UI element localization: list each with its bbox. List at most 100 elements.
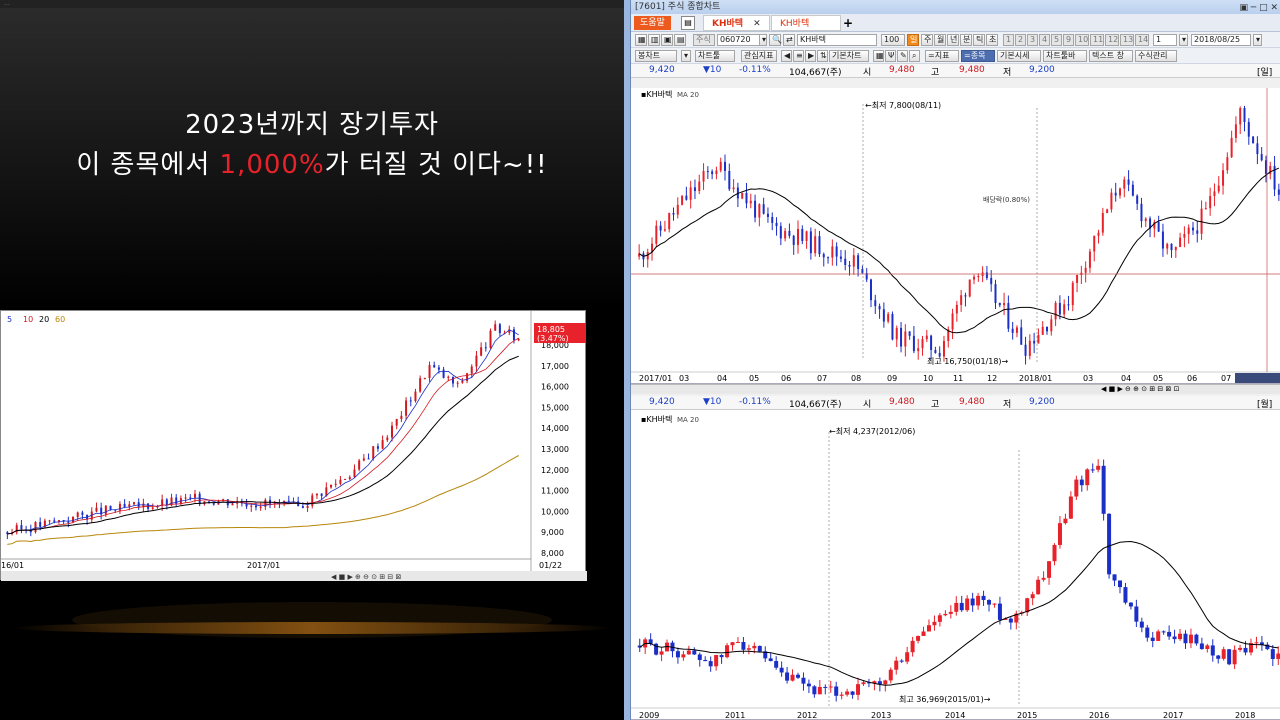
period-button-2[interactable]: 년 xyxy=(947,34,959,46)
basic-chart-button[interactable]: 기본차트 xyxy=(829,50,869,62)
candle-body xyxy=(900,327,903,347)
swap-icon[interactable]: ⇄ xyxy=(783,34,795,46)
monthly-candle xyxy=(839,691,844,700)
tab-kh-vatec-1[interactable]: KH바텍 ✕ xyxy=(703,15,770,31)
nav-icon-0[interactable]: ◀ xyxy=(781,50,792,62)
count-input[interactable]: 1 xyxy=(1153,34,1177,46)
interval-button-13[interactable]: 13 xyxy=(1120,34,1134,46)
nav-icon-2[interactable]: ▶ xyxy=(805,50,816,62)
mini-candle xyxy=(428,361,431,382)
period-button-5[interactable]: 초 xyxy=(986,34,998,46)
mini-candle xyxy=(11,528,14,536)
draw-tool-icon-0[interactable]: ▦ xyxy=(873,50,884,62)
candle-body xyxy=(905,652,910,662)
candle-body xyxy=(34,522,37,533)
period-button-0[interactable]: 주 xyxy=(921,34,933,46)
nav-icon-1[interactable]: ≡ xyxy=(793,50,804,62)
daily-candle xyxy=(1260,147,1263,162)
interval-button-2[interactable]: 2 xyxy=(1015,34,1026,46)
stock-name-field[interactable]: KH바텍 xyxy=(797,34,877,46)
toolbar-icon[interactable]: ▦ xyxy=(635,34,647,46)
indicator-button[interactable]: 관심지표 xyxy=(741,50,777,62)
daily-candle xyxy=(951,308,954,340)
headline-post: 가 터질 것 이다~!! xyxy=(324,150,548,180)
nav-icon-3[interactable]: ⇅ xyxy=(817,50,828,62)
chart-toolbar-button[interactable]: 차트툴바 xyxy=(1043,50,1087,62)
monthly-candle xyxy=(845,688,850,697)
indicator-list-button[interactable]: =지표 xyxy=(925,50,959,62)
monthly-candle xyxy=(725,643,730,659)
daily-candle xyxy=(968,279,971,298)
interval-button-3[interactable]: 3 xyxy=(1027,34,1038,46)
candle-body xyxy=(358,460,361,470)
mini-candle xyxy=(395,418,398,430)
mini-candle xyxy=(184,493,187,503)
candle-body xyxy=(1134,606,1139,622)
chart-tool-button[interactable]: 차트툴 xyxy=(695,50,735,62)
toolbar-icon[interactable]: ▥ xyxy=(648,34,660,46)
period-button-1[interactable]: 월 xyxy=(934,34,946,46)
screen-icon[interactable]: ▤ xyxy=(681,16,695,30)
window-controls[interactable]: ▣ ─ □ ✕ xyxy=(1239,1,1278,15)
toolbar-icon[interactable]: ▤ xyxy=(674,34,686,46)
mini-scrollbar[interactable] xyxy=(1,571,587,581)
candle-body xyxy=(834,686,839,696)
draw-tool-icon-2[interactable]: ✎ xyxy=(897,50,908,62)
chevron-down-icon[interactable]: ▾ xyxy=(1253,34,1262,46)
mini-scroll-controls: ◀ ■ ▶ ⊕ ⊖ ⊙ ⊞ ⊟ ⊠ xyxy=(331,573,401,581)
period-button-3[interactable]: 분 xyxy=(960,34,972,46)
daily-candle xyxy=(1179,232,1182,248)
monthly-candle xyxy=(1227,648,1232,666)
candle-body xyxy=(517,339,520,341)
mini-candle xyxy=(414,388,417,403)
daily-chart-scrollbar[interactable]: ◀ ■ ▶ ⊖ ⊕ ⊙ ⊞ ⊟ ⊠ ⊡ xyxy=(631,384,1280,394)
monthly-candle xyxy=(1139,617,1144,633)
interval-button-1[interactable]: 1 xyxy=(1003,34,1014,46)
period-day-button[interactable]: 일 xyxy=(907,34,919,46)
toolbar-icon[interactable]: ▣ xyxy=(661,34,673,46)
interval-button-5[interactable]: 5 xyxy=(1051,34,1062,46)
interval-button-4[interactable]: 4 xyxy=(1039,34,1050,46)
scroll-controls[interactable]: ◀ ■ ▶ ⊖ ⊕ ⊙ ⊞ ⊟ ⊠ ⊡ xyxy=(1101,385,1179,393)
stock-code-input[interactable]: 060720 xyxy=(717,34,761,46)
candle-body xyxy=(976,595,981,606)
daily-candle-chart[interactable]: ▪KH바텍 MA 20 ←최저 7,800(08/11) 최고 16,750(01/1… xyxy=(631,88,1280,384)
period-button-4[interactable]: 틱 xyxy=(973,34,985,46)
basic-quote-button[interactable]: 기본시세 xyxy=(997,50,1041,62)
interval-button-9[interactable]: 9 xyxy=(1063,34,1074,46)
chevron-down-icon[interactable]: ▾ xyxy=(759,34,767,46)
candle-body xyxy=(714,655,719,667)
daily-chart-panel[interactable]: ▪KH바텍 MA 20 ←최저 7,800(08/11) 최고 16,750(01/1… xyxy=(631,88,1280,384)
chevron-down-icon[interactable]: ▾ xyxy=(1179,34,1188,46)
draw-tool-icon-1[interactable]: Ψ xyxy=(885,50,896,62)
tab-kh-vatec-2[interactable]: KH바텍 xyxy=(771,15,841,31)
volume-100-toggle[interactable]: 100 xyxy=(881,34,905,46)
chevron-down-icon[interactable]: ▾ xyxy=(681,50,691,62)
stock-list-button[interactable]: =종목 xyxy=(961,50,995,62)
daily-candle xyxy=(693,179,696,200)
daily-candle xyxy=(1050,314,1053,336)
search-icon[interactable]: 🔍 xyxy=(769,34,782,46)
price-tick-label: 15,000 xyxy=(541,403,569,412)
daily-candle xyxy=(1011,321,1014,340)
daily-candle xyxy=(724,154,727,181)
daily-candle xyxy=(955,300,958,322)
text-window-button[interactable]: 텍스트 창 xyxy=(1089,50,1133,62)
chart-type-button[interactable]: 봉차트 xyxy=(635,50,677,62)
monthly-chart-panel[interactable]: ▪KH바텍 MA 20 ←최저 4,237(2012/06) 최고 36,969(20… xyxy=(631,410,1280,720)
candle-body xyxy=(910,640,915,653)
monthly-candle xyxy=(1232,645,1237,670)
interval-button-14[interactable]: 14 xyxy=(1135,34,1149,46)
monthly-candle-chart[interactable]: ▪KH바텍 MA 20 ←최저 4,237(2012/06) 최고 36,969(20… xyxy=(631,410,1280,720)
close-icon[interactable]: ✕ xyxy=(753,19,761,29)
candle-body xyxy=(269,499,272,504)
date-input[interactable]: 2018/08/25 xyxy=(1191,34,1251,46)
formula-manage-button[interactable]: 수식관리 xyxy=(1135,50,1177,62)
interval-button-11[interactable]: 11 xyxy=(1090,34,1104,46)
help-tab[interactable]: 도움말 xyxy=(634,16,671,30)
stock-name-label: ▪KH바텍 xyxy=(641,414,672,424)
interval-button-10[interactable]: 10 xyxy=(1075,34,1089,46)
add-tab-button[interactable]: + xyxy=(843,15,853,31)
draw-tool-icon-3[interactable]: ⌕ xyxy=(909,50,920,62)
interval-button-12[interactable]: 12 xyxy=(1105,34,1119,46)
